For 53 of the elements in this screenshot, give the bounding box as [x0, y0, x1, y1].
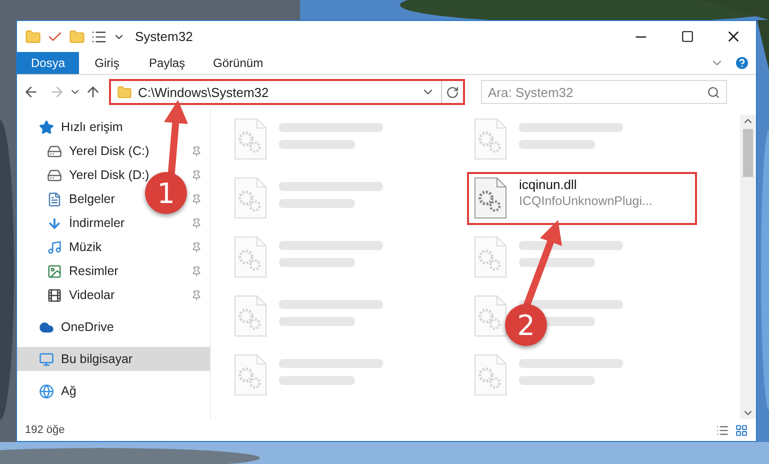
sidebar-item[interactable]: Ağ [61, 384, 76, 398]
pin-icon[interactable] [191, 218, 202, 228]
download-icon [47, 216, 62, 230]
search-icon [707, 86, 720, 98]
details-view-icon[interactable] [716, 424, 729, 436]
file-item[interactable]: icqinun.dll ICQInfoUnknownPlugi... [467, 172, 697, 225]
drive-icon [47, 144, 62, 158]
pin-icon[interactable] [191, 290, 202, 300]
window-title: System32 [135, 29, 193, 44]
cloud-icon [39, 320, 54, 334]
pin-icon[interactable] [191, 170, 202, 180]
refresh-icon[interactable] [446, 86, 459, 98]
sidebar-item[interactable]: Yerel Disk (D:) [69, 168, 150, 182]
tiles-view-icon[interactable] [735, 424, 748, 436]
address-bar[interactable]: C:\Windows\System32 [109, 79, 465, 105]
sidebar-item[interactable]: Videolar [69, 288, 115, 302]
ribbon-tab[interactable]: Görünüm [199, 52, 278, 74]
pin-icon[interactable] [191, 242, 202, 252]
sidebar-item[interactable]: Müzik [69, 240, 102, 254]
file-name: icqinun.dll [519, 177, 578, 192]
document-icon [47, 192, 62, 206]
item-count: 192 öğe [25, 424, 65, 436]
sidebar-item[interactable]: Yerel Disk (C:) [69, 144, 150, 158]
sidebar-item[interactable]: İndirmeler [69, 216, 125, 230]
sidebar-item[interactable]: Hızlı erişim [61, 120, 123, 134]
maximize-button[interactable] [680, 30, 694, 43]
pin-icon[interactable] [191, 146, 202, 156]
sidebar-item[interactable]: Belgeler [69, 192, 115, 206]
help-icon[interactable] [734, 55, 750, 71]
music-icon [47, 240, 62, 254]
picture-icon [47, 264, 62, 278]
scrollbar[interactable] [740, 115, 756, 419]
folder-icon [117, 84, 132, 100]
film-icon [47, 288, 62, 302]
ribbon-tab[interactable]: Paylaş [135, 52, 200, 74]
gear-file-icon [473, 177, 507, 219]
pin-icon[interactable] [191, 194, 202, 204]
scroll-thumb[interactable] [743, 129, 753, 177]
up-icon[interactable] [85, 84, 101, 100]
monitor-icon [39, 352, 54, 366]
sidebar-item[interactable]: Bu bilgisayar [17, 347, 210, 371]
file-type: ICQInfoUnknownPlugi... [519, 194, 652, 208]
back-icon[interactable] [23, 84, 39, 100]
sidebar-item[interactable]: Resimler [69, 264, 118, 278]
ribbon-tab[interactable]: Giriş [79, 52, 136, 74]
pin-icon[interactable] [191, 266, 202, 276]
search-field[interactable]: Ara: System32 [481, 80, 727, 104]
drive-icon [47, 168, 62, 182]
star-icon [39, 120, 54, 134]
globe-icon [39, 384, 54, 398]
ribbon-tab[interactable]: Dosya [17, 52, 80, 74]
sidebar-item[interactable]: OneDrive [61, 320, 114, 334]
list-icon[interactable] [91, 28, 107, 44]
